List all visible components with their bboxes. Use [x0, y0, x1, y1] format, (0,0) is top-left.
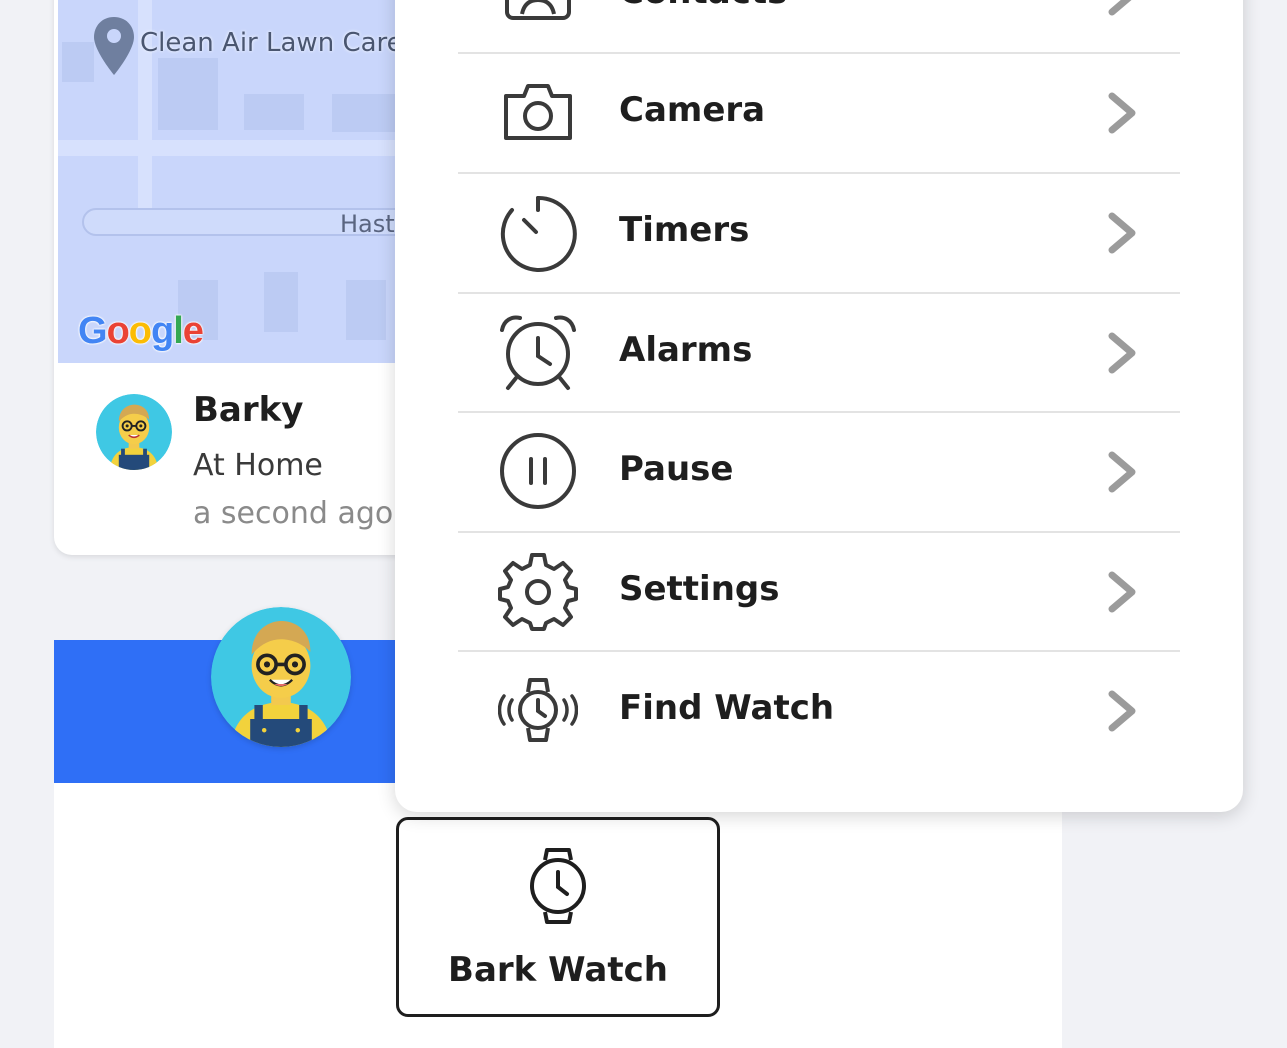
map-building — [346, 280, 386, 340]
gear-icon — [498, 553, 578, 631]
find-watch-icon — [498, 678, 578, 742]
map-building — [62, 42, 94, 82]
avatar-illustration — [211, 607, 351, 747]
menu-item-camera[interactable]: Camera — [458, 52, 1180, 172]
menu-item-find-watch[interactable]: Find Watch — [458, 650, 1180, 770]
menu-item-label: Find Watch — [619, 688, 835, 728]
child-name: Barky — [193, 390, 304, 430]
menu-item-label: Contacts — [619, 0, 787, 12]
map-building — [244, 94, 304, 130]
menu-item-label: Alarms — [619, 330, 753, 370]
divider — [458, 650, 1180, 652]
location-status: At Home — [193, 448, 323, 483]
divider — [458, 531, 1180, 533]
chevron-right-icon — [1108, 451, 1136, 493]
chevron-right-icon — [1108, 332, 1136, 374]
contacts-icon — [505, 0, 571, 20]
menu-item-timers[interactable]: Timers — [458, 172, 1180, 292]
chevron-right-icon — [1108, 690, 1136, 732]
menu-item-label: Camera — [619, 90, 766, 130]
camera-icon — [504, 84, 572, 140]
watch-icon — [530, 848, 586, 924]
map-building — [332, 94, 398, 132]
watch-menu-panel: Contacts Camera Timers — [395, 0, 1243, 812]
menu-item-alarms[interactable]: Alarms — [458, 292, 1180, 412]
menu-item-settings[interactable]: Settings — [458, 531, 1180, 651]
menu-item-pause[interactable]: Pause — [458, 411, 1180, 531]
map-place-label: Clean Air Lawn Care — [140, 28, 403, 58]
divider — [458, 52, 1180, 54]
divider — [458, 172, 1180, 174]
divider — [458, 292, 1180, 294]
avatar-illustration — [96, 394, 172, 470]
menu-item-label: Settings — [619, 569, 780, 609]
chevron-right-icon — [1108, 92, 1136, 134]
map-pin-icon[interactable] — [92, 15, 136, 77]
menu-item-label: Timers — [619, 210, 750, 250]
map-building — [158, 58, 218, 130]
avatar-large — [211, 607, 351, 747]
avatar — [96, 394, 172, 470]
chevron-right-icon — [1108, 0, 1132, 16]
pause-icon — [500, 433, 576, 509]
divider — [458, 411, 1180, 413]
timer-icon — [500, 195, 577, 272]
map-building — [264, 272, 298, 332]
menu-item-contacts[interactable]: Contacts — [458, 0, 1180, 54]
menu-item-label: Pause — [619, 449, 734, 489]
bark-watch-tile[interactable]: Bark Watch — [396, 817, 720, 1017]
google-logo: Google — [78, 310, 204, 352]
chevron-right-icon — [1108, 571, 1136, 613]
alarm-clock-icon — [500, 315, 576, 390]
chevron-right-icon — [1108, 212, 1136, 254]
bark-watch-label: Bark Watch — [448, 950, 668, 990]
last-updated: a second ago — [193, 496, 394, 531]
